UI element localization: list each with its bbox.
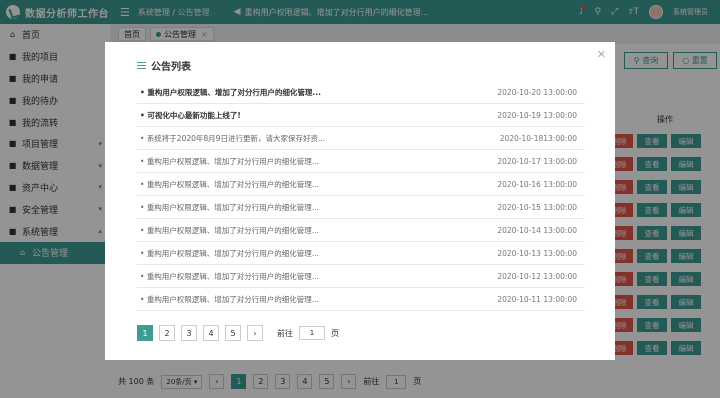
notice-date: 2020-10-1813:00:00 [499,133,577,143]
notice-title: 重构用户权限逻辑、增加了对分行用户的细化管理... [140,202,319,213]
notice-date: 2020-10-17 13:00:00 [497,156,577,166]
modal-pagination: 1 2 3 4 5 › 前往 1 页 [137,325,339,341]
page-button[interactable]: 4 [203,325,219,341]
list-item[interactable]: 重构用户权限逻辑、增加了对分行用户的细化管理... 2020-10-20 13:0… [137,81,585,104]
page-button[interactable]: 3 [181,325,197,341]
notice-title: 重构用户权限逻辑、增加了对分行用户的细化管理... [140,248,319,259]
notice-title: 重构用户权限逻辑、增加了对分行用户的细化管理... [140,271,319,282]
goto-prefix: 前往 [277,328,293,338]
notice-list-modal: ✕ 公告列表 重构用户权限逻辑、增加了对分行用户的细化管理... 2020-10-… [105,42,615,360]
notice-list: 重构用户权限逻辑、增加了对分行用户的细化管理... 2020-10-20 13:0… [137,81,585,311]
notice-date: 2020-10-20 13:00:00 [497,87,577,97]
list-item[interactable]: 重构用户权限逻辑、增加了对分行用户的细化管理... 2020-10-13 13:0… [137,242,585,265]
goto-suffix: 页 [331,328,339,338]
page-button[interactable]: 5 [225,325,241,341]
list-item[interactable]: 重构用户权限逻辑、增加了对分行用户的细化管理... 2020-10-11 13:0… [137,288,585,311]
notice-date: 2020-10-14 13:00:00 [497,225,577,235]
list-item[interactable]: 重构用户权限逻辑、增加了对分行用户的细化管理... 2020-10-14 13:0… [137,219,585,242]
notice-date: 2020-10-13 13:00:00 [497,248,577,258]
page-button[interactable]: 2 [159,325,175,341]
list-item[interactable]: 重构用户权限逻辑、增加了对分行用户的细化管理... 2020-10-17 13:0… [137,150,585,173]
notice-title: 重构用户权限逻辑、增加了对分行用户的细化管理... [140,294,319,305]
notice-date: 2020-10-15 13:00:00 [497,202,577,212]
list-item[interactable]: 重构用户权限逻辑、增加了对分行用户的细化管理... 2020-10-12 13:0… [137,265,585,288]
next-page-button[interactable]: › [247,325,263,341]
notice-title: 重构用户权限逻辑、增加了对分行用户的细化管理... [140,87,321,98]
notice-title: 系统将于2020年8月9日进行更新，请大家保存好资... [140,133,325,144]
notice-date: 2020-10-12 13:00:00 [497,271,577,281]
chevron-right-icon: › [253,328,257,338]
list-item[interactable]: 系统将于2020年8月9日进行更新，请大家保存好资... 2020-10-1813… [137,127,585,150]
list-icon [137,61,146,70]
notice-title: 重构用户权限逻辑、增加了对分行用户的细化管理... [140,225,319,236]
notice-title: 可视化中心最新功能上线了! [140,110,240,121]
list-item[interactable]: 重构用户权限逻辑、增加了对分行用户的细化管理... 2020-10-15 13:0… [137,196,585,219]
page-button[interactable]: 1 [137,325,153,341]
notice-date: 2020-10-19 13:00:00 [497,110,577,120]
close-icon[interactable]: ✕ [597,48,606,61]
notice-date: 2020-10-16 13:00:00 [497,179,577,189]
modal-title: 公告列表 [137,58,191,73]
list-item[interactable]: 可视化中心最新功能上线了! 2020-10-19 13:00:00 [137,104,585,127]
goto-page-input[interactable]: 1 [299,326,325,340]
modal-title-text: 公告列表 [151,62,191,73]
notice-date: 2020-10-11 13:00:00 [497,294,577,304]
list-item[interactable]: 重构用户权限逻辑、增加了对分行用户的细化管理... 2020-10-16 13:0… [137,173,585,196]
notice-title: 重构用户权限逻辑、增加了对分行用户的细化管理... [140,156,319,167]
notice-title: 重构用户权限逻辑、增加了对分行用户的细化管理... [140,179,319,190]
